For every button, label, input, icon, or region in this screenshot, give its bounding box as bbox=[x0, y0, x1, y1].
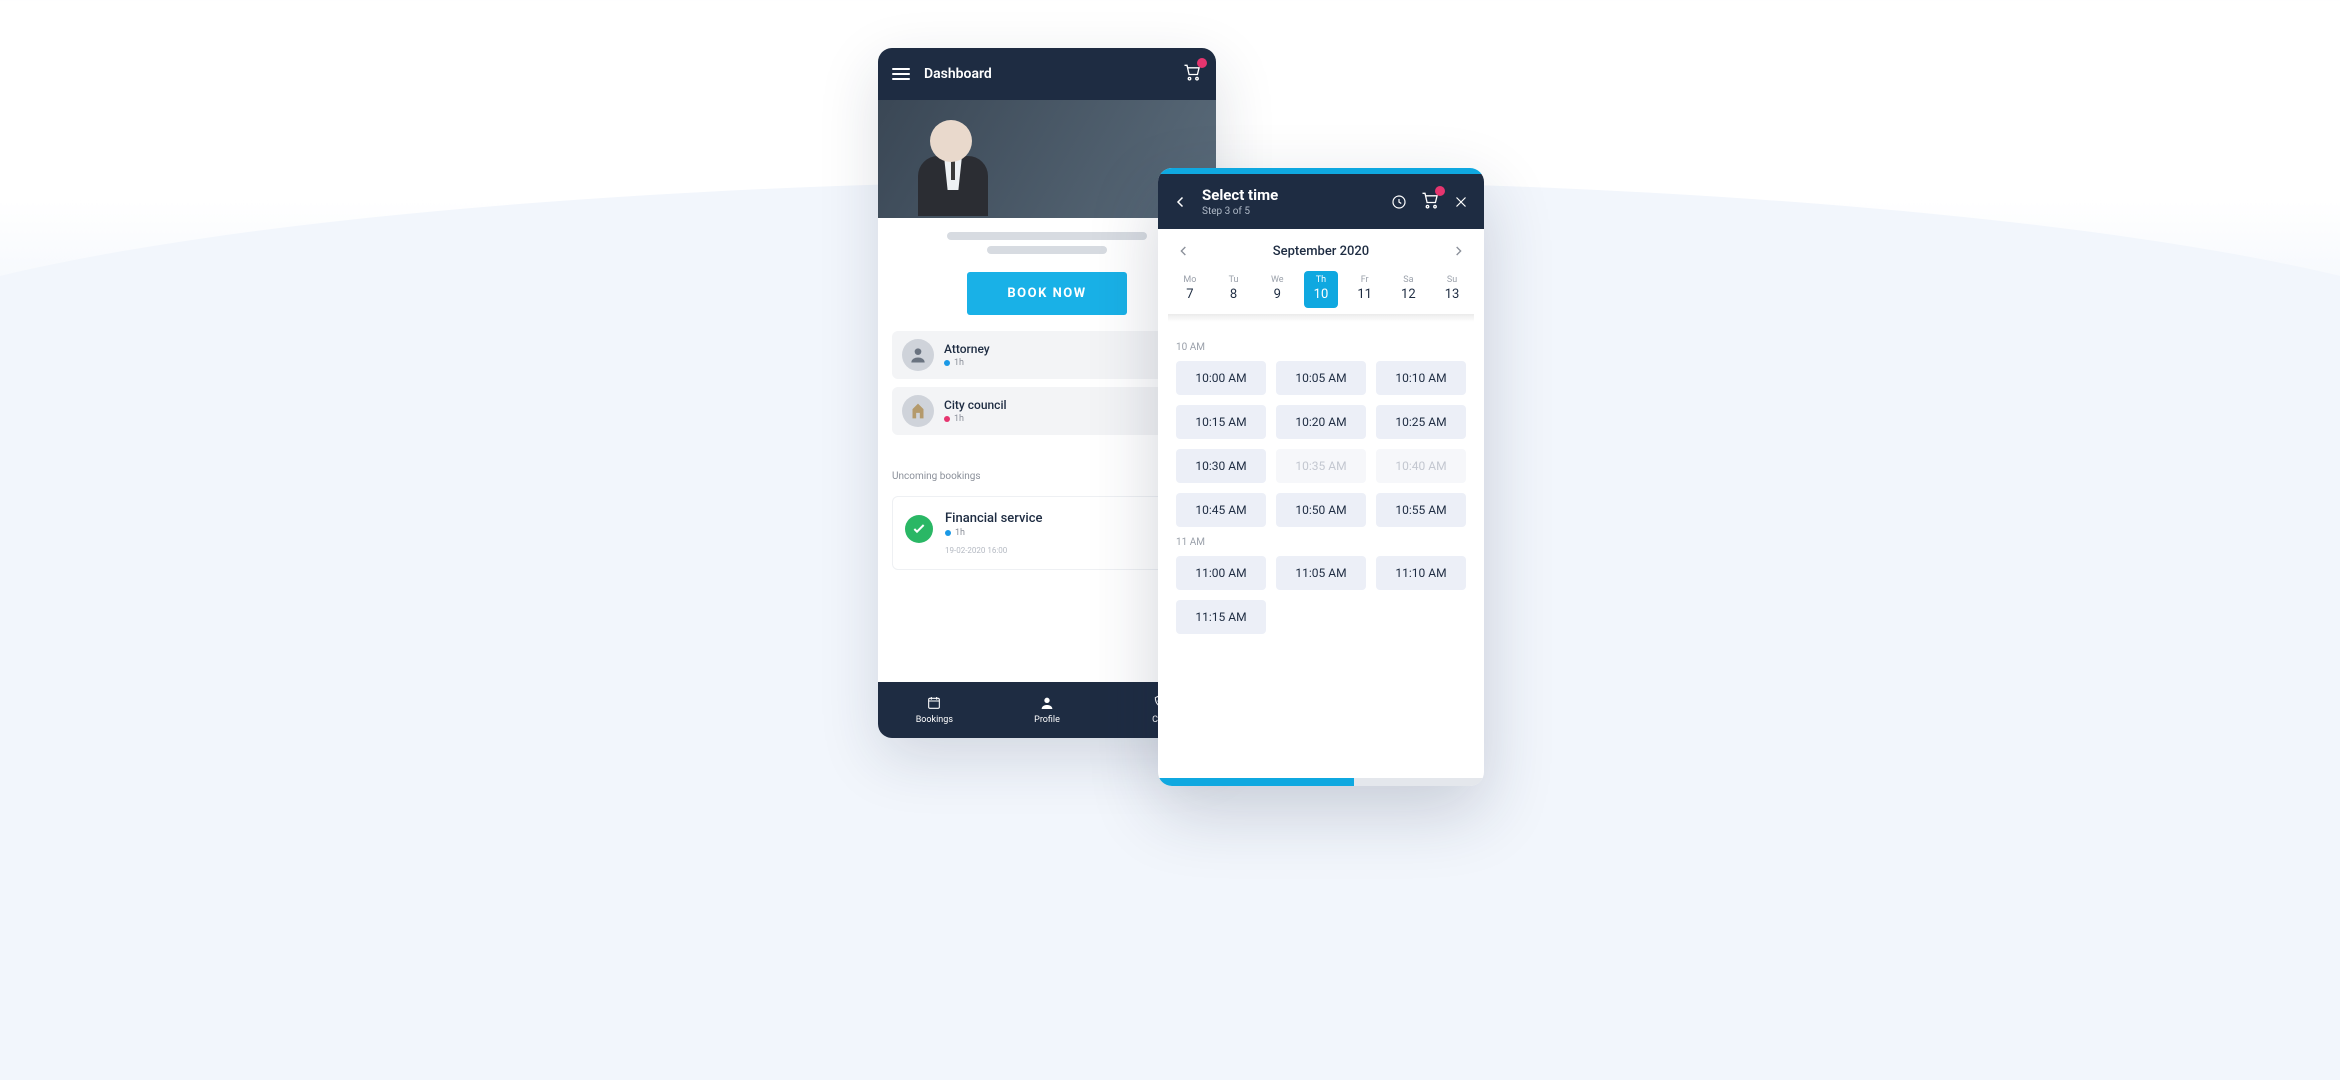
step-progress-fill bbox=[1158, 778, 1354, 786]
close-icon[interactable] bbox=[1452, 193, 1470, 211]
day-number: 12 bbox=[1391, 287, 1425, 302]
upcoming-booking-card[interactable]: Financial service 1h 19-02-2020 16:00 bbox=[892, 496, 1202, 570]
day-number: 9 bbox=[1260, 287, 1294, 302]
nav-label: Profile bbox=[1034, 715, 1060, 725]
service-name: City council bbox=[944, 398, 1007, 412]
hour-label: 10 AM bbox=[1176, 342, 1466, 353]
day-dow: Mo bbox=[1173, 275, 1207, 285]
time-slot[interactable]: 10:30 AM bbox=[1176, 449, 1266, 483]
upcoming-booking-duration: 1h bbox=[955, 528, 965, 538]
clock-icon[interactable] bbox=[1390, 193, 1408, 211]
calendar-icon bbox=[926, 695, 942, 711]
select-time-title: Select time bbox=[1202, 186, 1378, 204]
select-time-step: Step 3 of 5 bbox=[1202, 206, 1378, 217]
next-month-icon[interactable] bbox=[1450, 243, 1466, 259]
day-dow: Th bbox=[1304, 275, 1338, 285]
day-dow: Sa bbox=[1391, 275, 1425, 285]
dot-icon bbox=[944, 416, 950, 422]
upcoming-booking-date: 19-02-2020 16:00 bbox=[945, 546, 1042, 555]
service-duration: 1h bbox=[954, 414, 964, 424]
time-slot[interactable]: 10:05 AM bbox=[1276, 361, 1366, 395]
day-option[interactable]: Fr 11 bbox=[1348, 271, 1382, 308]
dot-icon bbox=[945, 530, 951, 536]
day-dow: We bbox=[1260, 275, 1294, 285]
time-slot[interactable]: 10:55 AM bbox=[1376, 493, 1466, 527]
day-picker: Mo 7 Tu 8 We 9 Th 10 Fr 11 Sa 12 Su 13 bbox=[1158, 265, 1484, 322]
day-option[interactable]: Mo 7 bbox=[1173, 271, 1207, 308]
time-slot[interactable]: 10:15 AM bbox=[1176, 405, 1266, 439]
nav-label: Bookings bbox=[916, 715, 953, 725]
upcoming-label: Uncoming bookings bbox=[892, 471, 981, 482]
upcoming-booking-title: Financial service bbox=[945, 511, 1042, 526]
day-option[interactable]: Sa 12 bbox=[1391, 271, 1425, 308]
hour-label: 11 AM bbox=[1176, 537, 1466, 548]
service-avatar bbox=[902, 395, 934, 427]
day-option[interactable]: Th 10 bbox=[1304, 271, 1338, 308]
step-progress-track bbox=[1158, 778, 1484, 786]
time-slot[interactable]: 11:10 AM bbox=[1376, 556, 1466, 590]
slot-grid: 10:00 AM 10:05 AM 10:10 AM 10:15 AM 10:20 AM… bbox=[1176, 361, 1466, 527]
dot-icon bbox=[944, 360, 950, 366]
nav-profile[interactable]: Profile bbox=[991, 682, 1104, 738]
day-number: 13 bbox=[1435, 287, 1469, 302]
cart-badge bbox=[1435, 186, 1445, 196]
hero-skeleton-line bbox=[947, 232, 1147, 240]
day-number: 8 bbox=[1217, 287, 1251, 302]
prev-month-icon[interactable] bbox=[1176, 243, 1192, 259]
time-slot[interactable]: 10:50 AM bbox=[1276, 493, 1366, 527]
nav-bookings[interactable]: Bookings bbox=[878, 682, 991, 738]
service-avatar bbox=[902, 339, 934, 371]
service-card[interactable]: Attorney 1h bbox=[892, 331, 1202, 379]
day-number: 7 bbox=[1173, 287, 1207, 302]
check-icon bbox=[905, 515, 933, 543]
book-now-button[interactable]: BOOK NOW bbox=[967, 272, 1127, 315]
time-slot[interactable]: 10:00 AM bbox=[1176, 361, 1266, 395]
cart-badge bbox=[1197, 58, 1207, 68]
day-dow: Fr bbox=[1348, 275, 1382, 285]
select-time-phone: Select time Step 3 of 5 September 2020 M… bbox=[1158, 168, 1484, 786]
day-dow: Su bbox=[1435, 275, 1469, 285]
hero-skeleton-line bbox=[987, 246, 1107, 254]
day-option[interactable]: Su 13 bbox=[1435, 271, 1469, 308]
user-icon bbox=[1039, 695, 1055, 711]
time-slot[interactable]: 11:00 AM bbox=[1176, 556, 1266, 590]
time-slot: 10:35 AM bbox=[1276, 449, 1366, 483]
time-slot[interactable]: 10:45 AM bbox=[1176, 493, 1266, 527]
day-dow: Tu bbox=[1217, 275, 1251, 285]
back-icon[interactable] bbox=[1172, 193, 1190, 211]
time-slot[interactable]: 10:10 AM bbox=[1376, 361, 1466, 395]
service-name: Attorney bbox=[944, 342, 990, 356]
service-duration: 1h bbox=[954, 358, 964, 368]
day-option[interactable]: We 9 bbox=[1260, 271, 1294, 308]
day-number: 11 bbox=[1348, 287, 1382, 302]
select-time-header: Select time Step 3 of 5 bbox=[1158, 174, 1484, 229]
time-slot: 10:40 AM bbox=[1376, 449, 1466, 483]
slot-grid: 11:00 AM 11:05 AM 11:10 AM 11:15 AM bbox=[1176, 556, 1466, 634]
month-label: September 2020 bbox=[1273, 244, 1369, 259]
day-number: 10 bbox=[1304, 287, 1338, 302]
time-slot[interactable]: 10:20 AM bbox=[1276, 405, 1366, 439]
month-selector: September 2020 bbox=[1158, 229, 1484, 265]
dashboard-header: Dashboard bbox=[878, 48, 1216, 100]
time-slot[interactable]: 10:25 AM bbox=[1376, 405, 1466, 439]
cart-button[interactable] bbox=[1182, 62, 1202, 86]
day-option[interactable]: Tu 8 bbox=[1217, 271, 1251, 308]
time-slot[interactable]: 11:15 AM bbox=[1176, 600, 1266, 634]
menu-icon[interactable] bbox=[892, 68, 910, 80]
service-card[interactable]: City council 1h bbox=[892, 387, 1202, 435]
time-slot[interactable]: 11:05 AM bbox=[1276, 556, 1366, 590]
dashboard-title: Dashboard bbox=[924, 66, 1168, 82]
hero-person-illustration bbox=[890, 110, 1030, 210]
cart-button[interactable] bbox=[1420, 190, 1440, 214]
